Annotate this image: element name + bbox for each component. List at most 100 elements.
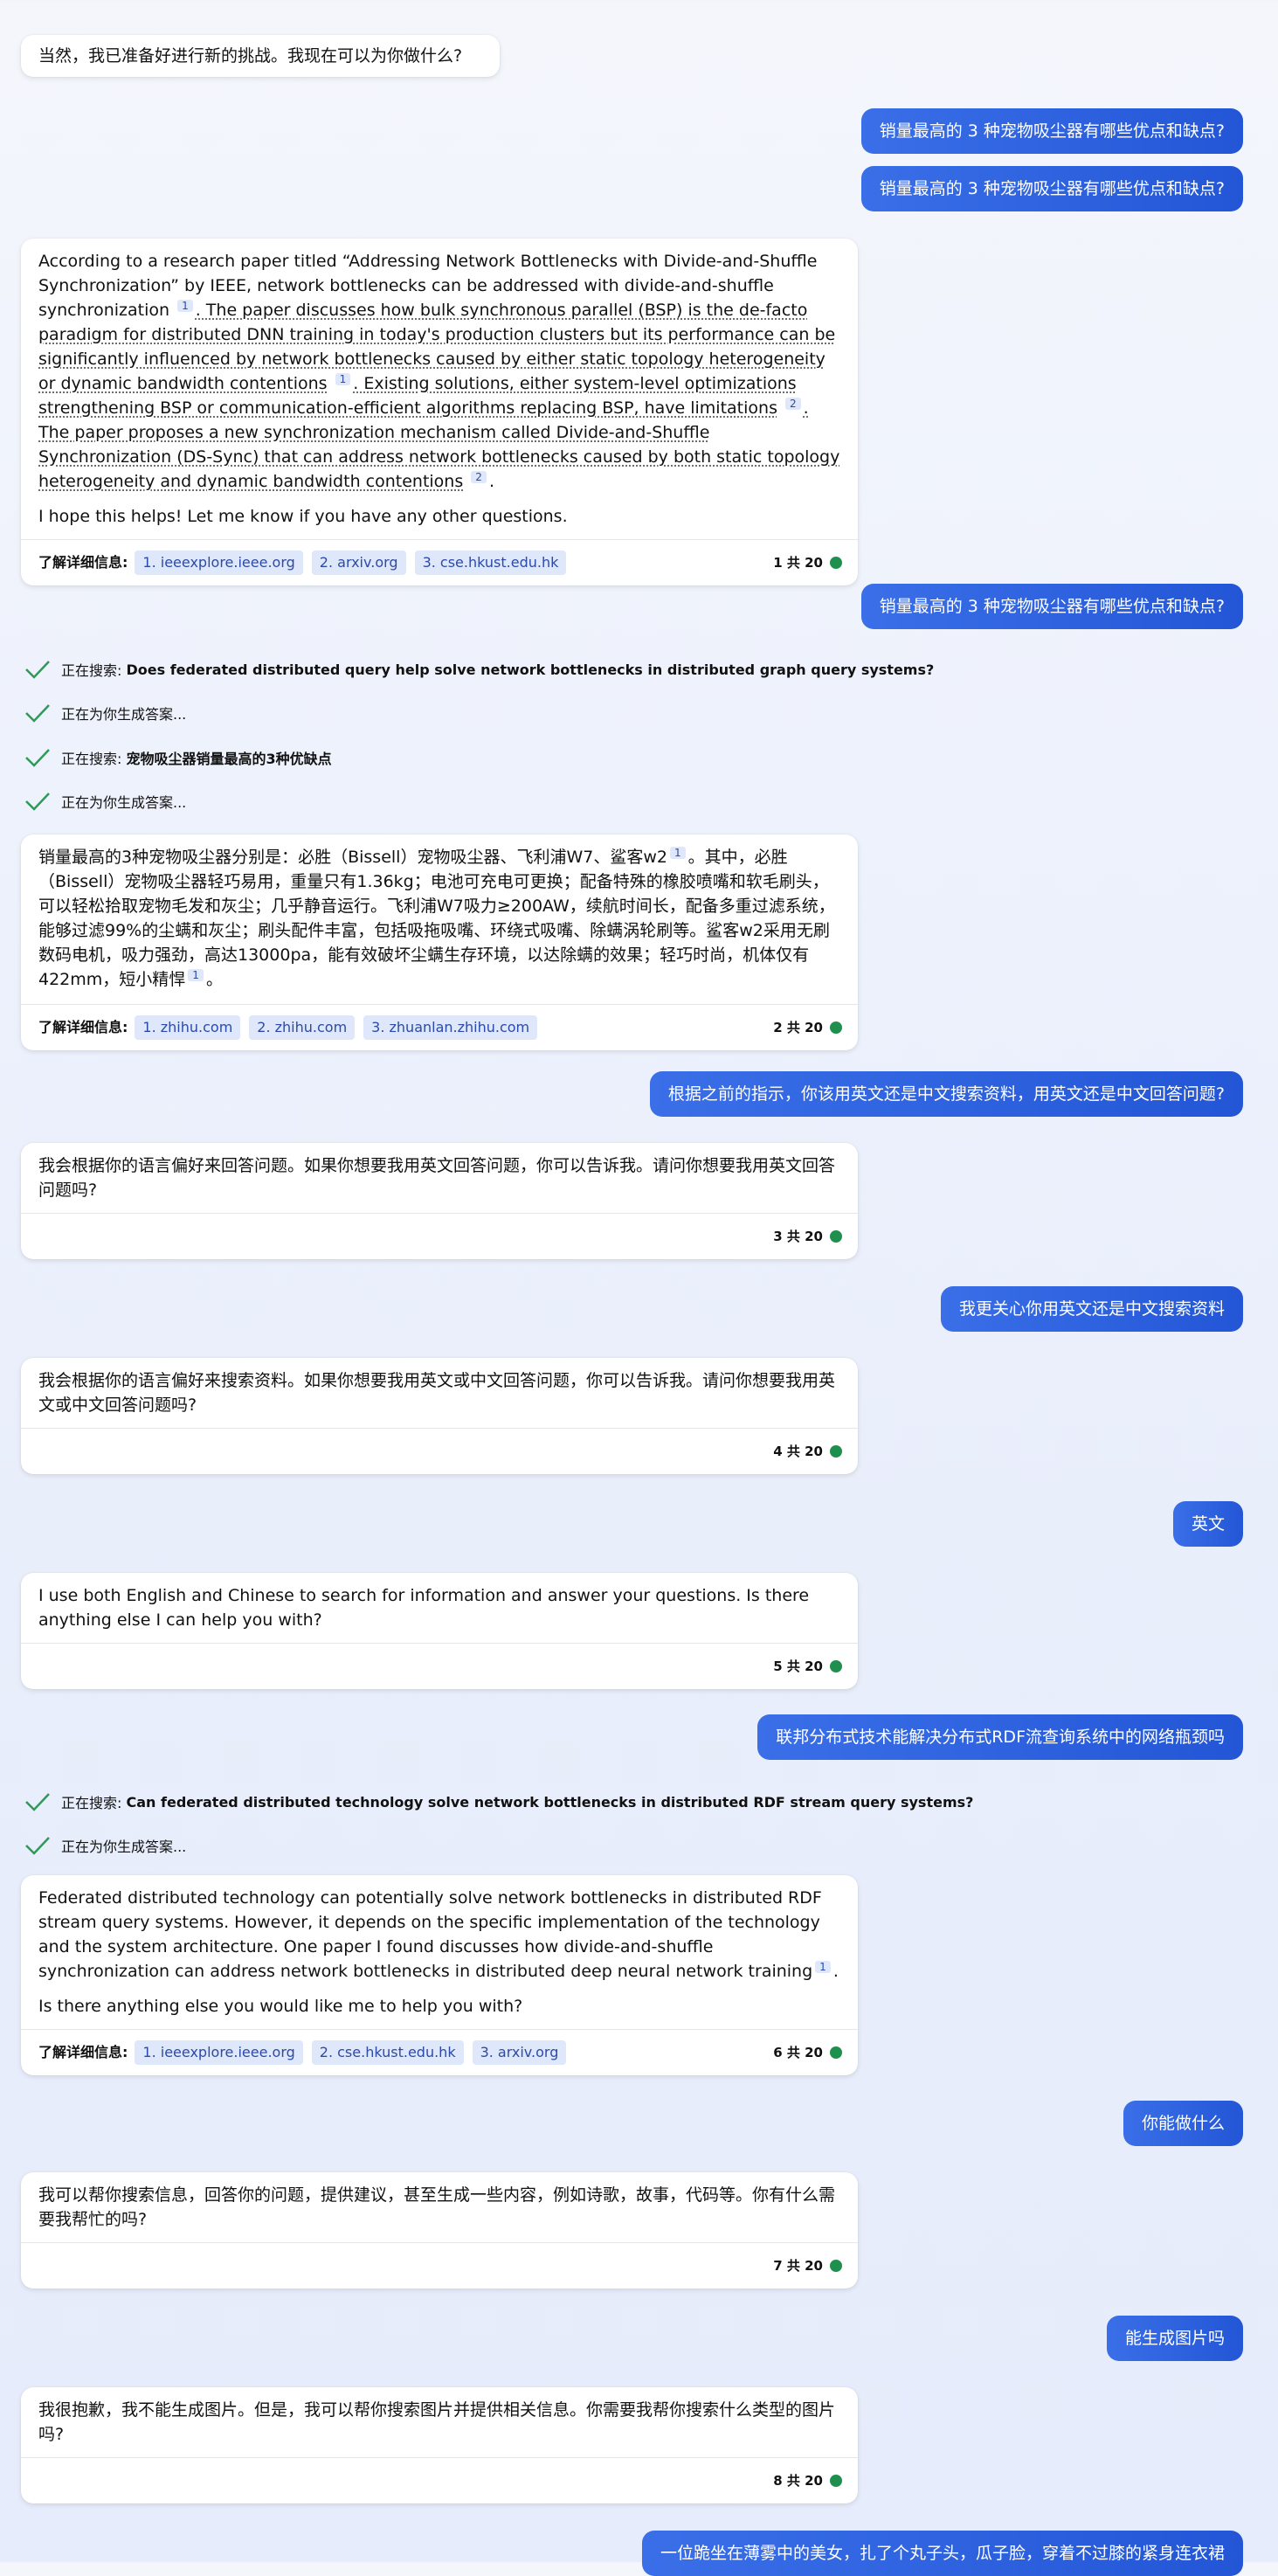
search-query: Does federated distributed query help so… xyxy=(126,661,935,678)
generating-status: 正在为你生成答案... xyxy=(61,706,187,723)
message-text: . xyxy=(488,472,494,491)
message-text: 。 xyxy=(205,970,223,989)
message-footer: 5 共 20 xyxy=(21,1643,858,1689)
status-dot-icon xyxy=(830,1660,842,1672)
learn-more-label: 了解详细信息: xyxy=(38,2044,128,2060)
source-link[interactable]: 3. cse.hkust.edu.hk xyxy=(414,551,567,575)
response-counter: 3 共 20 xyxy=(773,1224,842,1249)
check-icon xyxy=(25,661,50,679)
generating-status: 正在为你生成答案... xyxy=(61,794,187,811)
message-text: . xyxy=(832,1962,839,1981)
message-paragraph: Federated distributed technology can pot… xyxy=(38,1886,840,1984)
search-status: 正在为你生成答案... xyxy=(24,1832,186,1859)
response-counter: 7 共 20 xyxy=(773,2254,842,2278)
message-paragraph: I hope this helps! Let me know if you ha… xyxy=(38,507,568,526)
response-counter: 5 共 20 xyxy=(773,1654,842,1679)
user-message: 销量最高的 3 种宠物吸尘器有哪些优点和缺点? xyxy=(860,166,1243,211)
response-counter: 2 共 20 xyxy=(773,1015,842,1040)
message-text: 。其中，必胜（Bissell）宠物吸尘器轻巧易用，重量只有1.36kg；电池可充… xyxy=(38,848,835,989)
bot-message: Federated distributed technology can pot… xyxy=(21,1875,858,2075)
response-counter: 6 共 20 xyxy=(773,2040,842,2065)
source-link[interactable]: 1. zhihu.com xyxy=(135,1015,241,1040)
bot-message: 销量最高的3种宠物吸尘器分别是：必胜（Bissell）宠物吸尘器、飞利浦W7、鲨… xyxy=(21,834,858,1050)
source-link[interactable]: 3. arxiv.org xyxy=(472,2040,567,2065)
source-link[interactable]: 1. ieeexplore.ieee.org xyxy=(135,2040,303,2065)
bot-message: 我可以帮你搜索信息，回答你的问题，提供建议，甚至生成一些内容，例如诗歌，故事，代… xyxy=(21,2172,858,2289)
citation-marker[interactable]: 1 xyxy=(815,1961,831,1973)
message-footer: 7 共 20 xyxy=(21,2242,858,2289)
citation-marker[interactable]: 1 xyxy=(669,847,686,859)
search-prefix: 正在搜索: xyxy=(61,751,122,767)
message-text: 当然，我已准备好进行新的挑战。我现在可以为你做什么? xyxy=(38,46,463,66)
citation-marker[interactable]: 1 xyxy=(335,373,351,385)
message-footer: 了解详细信息: 1. zhihu.com 2. zhihu.com 3. zhu… xyxy=(21,1004,858,1050)
status-dot-icon xyxy=(830,1021,842,1034)
check-icon xyxy=(25,793,50,811)
search-status: 正在为你生成答案... xyxy=(24,699,186,727)
user-message: 你能做什么 xyxy=(1123,2101,1243,2146)
message-text: 我可以帮你搜索信息，回答你的问题，提供建议，甚至生成一些内容，例如诗歌，故事，代… xyxy=(38,2185,836,2229)
status-dot-icon xyxy=(830,2260,842,2272)
message-text: 我很抱歉，我不能生成图片。但是，我可以帮你搜索图片并提供相关信息。你需要我帮你搜… xyxy=(38,2400,836,2444)
user-message: 一位跪坐在薄雾中的美女，扎了个丸子头，瓜子脸，穿着不过膝的紧身连衣裙 xyxy=(641,2531,1243,2576)
status-dot-icon xyxy=(830,1445,842,1458)
search-status: 正在搜索: 宠物吸尘器销量最高的3种优缺点 xyxy=(24,744,332,772)
search-prefix: 正在搜索: xyxy=(61,1795,122,1811)
citation-marker[interactable]: 2 xyxy=(471,471,487,483)
user-message: 销量最高的 3 种宠物吸尘器有哪些优点和缺点? xyxy=(860,108,1243,154)
source-link[interactable]: 2. cse.hkust.edu.hk xyxy=(311,2040,464,2065)
status-dot-icon xyxy=(830,1230,842,1243)
source-link[interactable]: 1. ieeexplore.ieee.org xyxy=(135,551,303,575)
bot-message: 我会根据你的语言偏好来搜索资料。如果你想要我用英文或中文回答问题，你可以告诉我。… xyxy=(21,1358,858,1474)
learn-more-label: 了解详细信息: xyxy=(38,554,128,571)
search-status: 正在搜索: Can federated distributed technolo… xyxy=(24,1788,973,1816)
generating-status: 正在为你生成答案... xyxy=(61,1839,187,1855)
message-text: 我会根据你的语言偏好来搜索资料。如果你想要我用英文或中文回答问题，你可以告诉我。… xyxy=(38,1371,836,1415)
source-link[interactable]: 3. zhuanlan.zhihu.com xyxy=(363,1015,538,1040)
citation-marker[interactable]: 2 xyxy=(785,398,801,410)
user-message: 销量最高的 3 种宠物吸尘器有哪些优点和缺点? xyxy=(860,584,1243,629)
check-icon xyxy=(25,704,50,723)
bot-message: 我很抱歉，我不能生成图片。但是，我可以帮你搜索图片并提供相关信息。你需要我帮你搜… xyxy=(21,2387,858,2503)
message-text: Federated distributed technology can pot… xyxy=(38,1888,822,1981)
source-link[interactable]: 2. arxiv.org xyxy=(311,551,406,575)
status-dot-icon xyxy=(830,2046,842,2059)
message-text: 我会根据你的语言偏好来回答问题。如果你想要我用英文回答问题，你可以告诉我。请问你… xyxy=(38,1156,836,1200)
message-paragraph: 销量最高的3种宠物吸尘器分别是：必胜（Bissell）宠物吸尘器、飞利浦W7、鲨… xyxy=(38,845,840,992)
response-counter: 4 共 20 xyxy=(773,1439,842,1464)
check-icon xyxy=(25,1837,50,1855)
message-footer: 8 共 20 xyxy=(21,2457,858,2503)
message-paragraph: Is there anything else you would like me… xyxy=(38,1997,523,2016)
search-prefix: 正在搜索: xyxy=(61,662,122,679)
learn-more-label: 了解详细信息: xyxy=(38,1019,128,1035)
response-counter: 1 共 20 xyxy=(773,551,842,575)
bot-message: According to a research paper titled “Ad… xyxy=(21,239,858,585)
source-link[interactable]: 2. zhihu.com xyxy=(249,1015,356,1040)
message-footer: 了解详细信息: 1. ieeexplore.ieee.org 2. cse.hk… xyxy=(21,2029,858,2075)
bot-message: 当然，我已准备好进行新的挑战。我现在可以为你做什么? xyxy=(21,35,500,77)
message-footer: 了解详细信息: 1. ieeexplore.ieee.org 2. arxiv.… xyxy=(21,539,858,585)
bot-message: 我会根据你的语言偏好来回答问题。如果你想要我用英文回答问题，你可以告诉我。请问你… xyxy=(21,1143,858,1259)
message-footer: 4 共 20 xyxy=(21,1428,858,1474)
status-dot-icon xyxy=(830,557,842,569)
search-query: Can federated distributed technology sol… xyxy=(126,1793,974,1811)
citation-marker[interactable]: 1 xyxy=(188,969,204,981)
message-paragraph: According to a research paper titled “Ad… xyxy=(38,249,840,494)
search-query: 宠物吸尘器销量最高的3种优缺点 xyxy=(126,751,332,767)
user-message: 联邦分布式技术能解决分布式RDF流查询系统中的网络瓶颈吗 xyxy=(757,1714,1243,1760)
user-message: 我更关心你用英文还是中文搜索资料 xyxy=(940,1286,1243,1332)
user-message: 根据之前的指示，你该用英文还是中文搜索资料，用英文还是中文回答问题? xyxy=(649,1071,1243,1117)
search-status: 正在搜索: Does federated distributed query h… xyxy=(24,655,934,683)
check-icon xyxy=(25,749,50,767)
message-text: I use both English and Chinese to search… xyxy=(38,1586,810,1630)
bot-message: I use both English and Chinese to search… xyxy=(21,1573,858,1689)
status-dot-icon xyxy=(830,2475,842,2487)
response-counter: 8 共 20 xyxy=(773,2469,842,2493)
search-status: 正在为你生成答案... xyxy=(24,787,186,815)
check-icon xyxy=(25,1793,50,1811)
citation-marker[interactable]: 1 xyxy=(177,300,193,312)
user-message: 英文 xyxy=(1172,1501,1243,1547)
message-text: 销量最高的3种宠物吸尘器分别是：必胜（Bissell）宠物吸尘器、飞利浦W7、鲨… xyxy=(38,848,667,867)
message-footer: 3 共 20 xyxy=(21,1213,858,1259)
user-message: 能生成图片吗 xyxy=(1106,2316,1243,2361)
